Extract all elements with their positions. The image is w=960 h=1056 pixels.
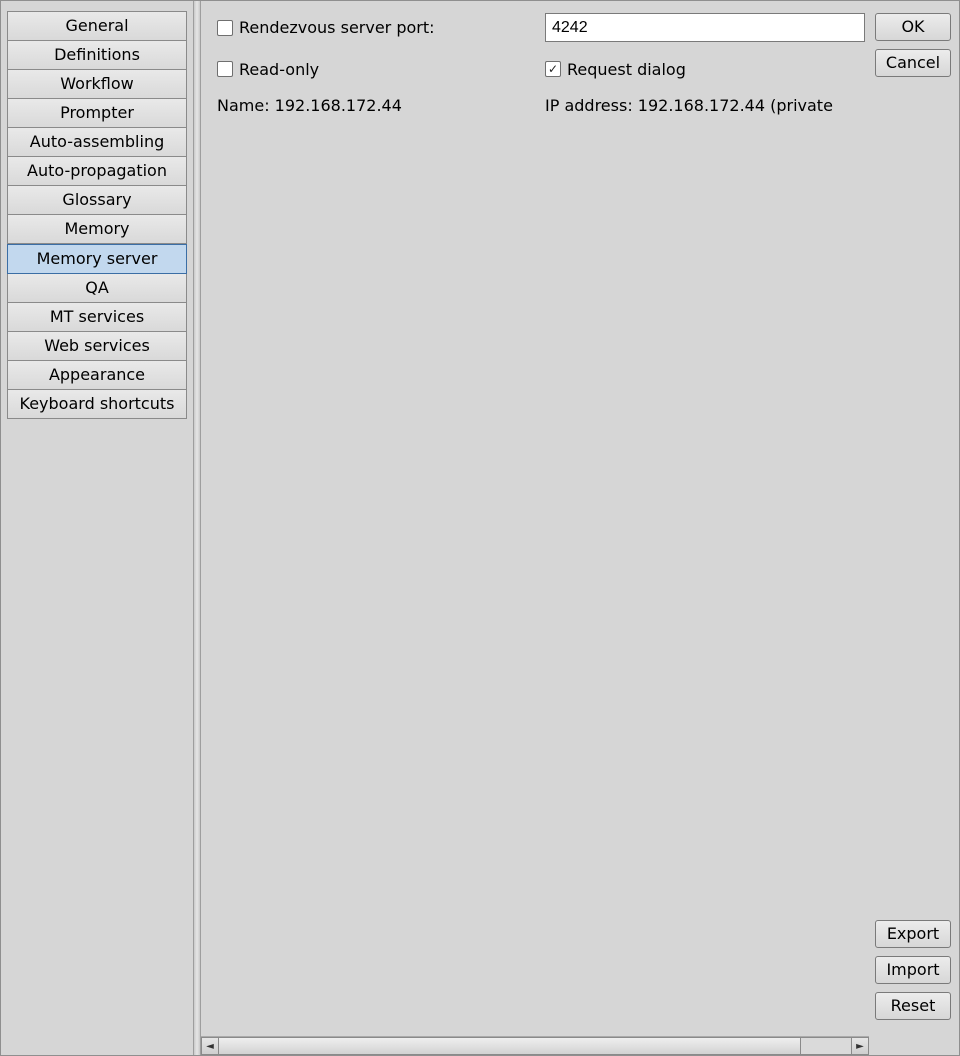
sidebar-item-label: Appearance bbox=[49, 365, 145, 384]
sidebar-item-label: Workflow bbox=[60, 74, 133, 93]
button-label: Import bbox=[886, 960, 939, 979]
vertical-divider[interactable] bbox=[193, 1, 201, 1055]
scroll-right-arrow-icon[interactable]: ► bbox=[851, 1037, 869, 1055]
ip-address-text: IP address: 192.168.172.44 (private bbox=[545, 96, 865, 115]
button-label: OK bbox=[901, 17, 924, 36]
sidebar-item-glossary[interactable]: Glossary bbox=[7, 186, 187, 215]
horizontal-scrollbar[interactable]: ◄ ► bbox=[201, 1036, 869, 1055]
request-dialog-checkbox[interactable] bbox=[545, 61, 561, 77]
ok-button[interactable]: OK bbox=[875, 13, 951, 41]
sidebar-item-web-services[interactable]: Web services bbox=[7, 332, 187, 361]
sidebar-item-mt-services[interactable]: MT services bbox=[7, 303, 187, 332]
sidebar-item-label: Memory server bbox=[37, 249, 158, 268]
cancel-button[interactable]: Cancel bbox=[875, 49, 951, 77]
sidebar-item-label: Auto-propagation bbox=[27, 161, 167, 180]
scrollbar-thumb[interactable] bbox=[219, 1038, 801, 1054]
scroll-left-arrow-icon[interactable]: ◄ bbox=[201, 1037, 219, 1055]
sidebar-item-label: Memory bbox=[64, 219, 129, 238]
sidebar-item-label: General bbox=[65, 16, 128, 35]
import-button[interactable]: Import bbox=[875, 956, 951, 984]
sidebar-item-appearance[interactable]: Appearance bbox=[7, 361, 187, 390]
sidebar-item-memory[interactable]: Memory bbox=[7, 215, 187, 244]
button-label: Reset bbox=[891, 996, 936, 1015]
sidebar-item-auto-assembling[interactable]: Auto-assembling bbox=[7, 128, 187, 157]
content-scroll-area: Rendezvous server port: Read-only Reques… bbox=[201, 1, 869, 1036]
right-button-column: OK Cancel Export Import Reset bbox=[869, 1, 959, 1036]
export-button[interactable]: Export bbox=[875, 920, 951, 948]
name-text: Name: 192.168.172.44 bbox=[217, 96, 537, 115]
scrollbar-track[interactable] bbox=[219, 1037, 851, 1055]
sidebar-item-auto-propagation[interactable]: Auto-propagation bbox=[7, 157, 187, 186]
sidebar-item-keyboard-shortcuts[interactable]: Keyboard shortcuts bbox=[7, 390, 187, 419]
sidebar-item-label: Prompter bbox=[60, 103, 134, 122]
sidebar-item-label: Keyboard shortcuts bbox=[20, 394, 175, 413]
sidebar-item-general[interactable]: General bbox=[7, 11, 187, 41]
sidebar-item-prompter[interactable]: Prompter bbox=[7, 99, 187, 128]
button-label: Export bbox=[887, 924, 939, 943]
preferences-dialog: General Definitions Workflow Prompter Au… bbox=[0, 0, 960, 1056]
sidebar-item-label: Definitions bbox=[54, 45, 140, 64]
category-sidebar: General Definitions Workflow Prompter Au… bbox=[1, 1, 193, 1055]
sidebar-item-label: QA bbox=[85, 278, 109, 297]
read-only-checkbox[interactable] bbox=[217, 61, 233, 77]
sidebar-item-memory-server[interactable]: Memory server bbox=[7, 244, 187, 274]
sidebar-item-label: MT services bbox=[50, 307, 144, 326]
rendezvous-port-checkbox[interactable] bbox=[217, 20, 233, 36]
rendezvous-port-input[interactable] bbox=[545, 13, 865, 42]
sidebar-item-workflow[interactable]: Workflow bbox=[7, 70, 187, 99]
sidebar-item-qa[interactable]: QA bbox=[7, 274, 187, 303]
read-only-label: Read-only bbox=[239, 60, 319, 79]
main-panel: Rendezvous server port: Read-only Reques… bbox=[201, 1, 959, 1055]
sidebar-item-definitions[interactable]: Definitions bbox=[7, 41, 187, 70]
sidebar-item-label: Auto-assembling bbox=[30, 132, 164, 151]
sidebar-item-label: Glossary bbox=[62, 190, 131, 209]
sidebar-item-label: Web services bbox=[44, 336, 150, 355]
request-dialog-label: Request dialog bbox=[567, 60, 686, 79]
reset-button[interactable]: Reset bbox=[875, 992, 951, 1020]
button-label: Cancel bbox=[886, 53, 940, 72]
rendezvous-port-label: Rendezvous server port: bbox=[239, 18, 435, 37]
